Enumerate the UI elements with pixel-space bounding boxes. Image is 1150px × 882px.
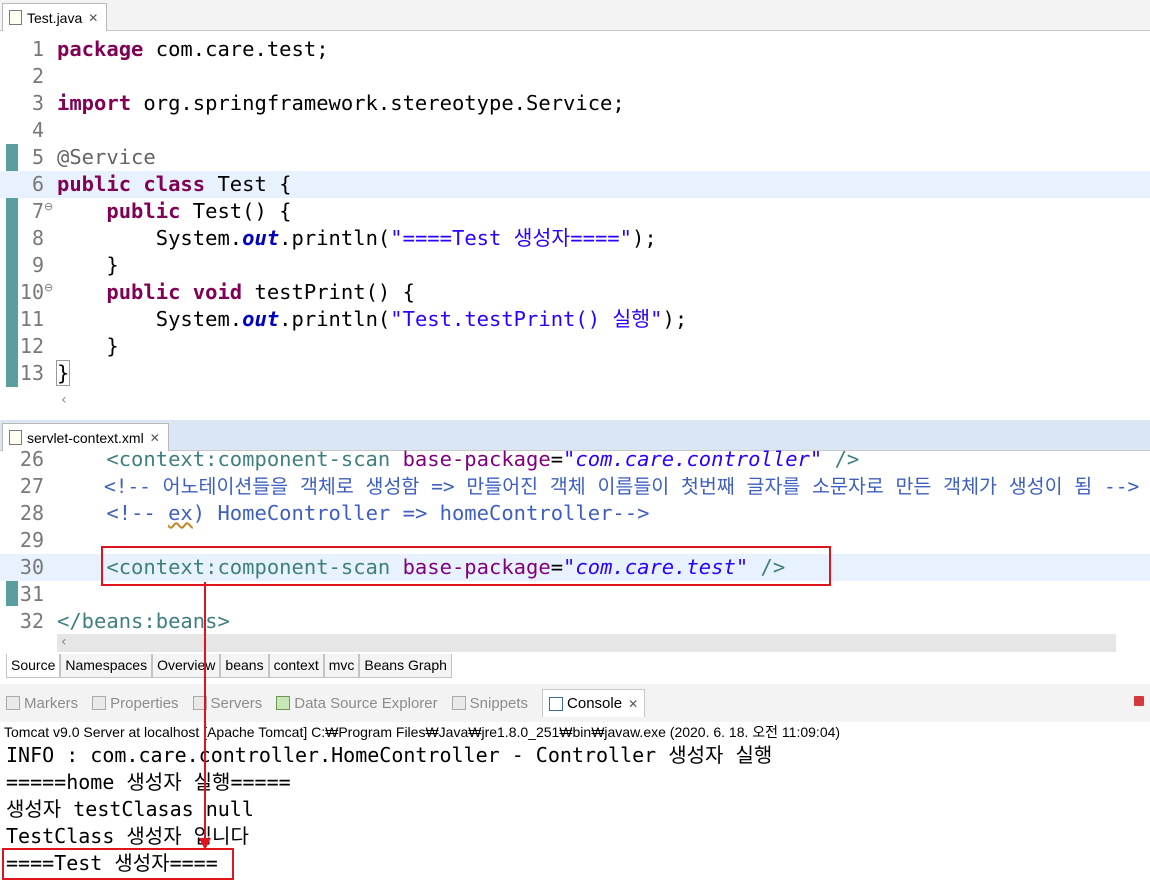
line-number: 1 <box>31 37 44 61</box>
line-number: 30 <box>19 555 44 579</box>
tab-snippets[interactable]: Snippets <box>451 694 529 712</box>
code-line[interactable]: 1 package com.care.test; <box>0 36 1150 63</box>
tab-label: Markers <box>24 694 79 712</box>
line-number: 26 <box>19 447 44 471</box>
line-number: 32 <box>19 609 44 633</box>
tab-label: servlet-context.xml <box>27 429 144 446</box>
code-text: System.out.println("====Test 생성자===="); <box>57 226 657 250</box>
horizontal-scrollbar[interactable]: ‹ <box>57 634 1116 652</box>
tab-label: Properties <box>110 694 179 712</box>
scroll-left-icon[interactable]: ‹ <box>61 634 67 650</box>
line-number: 5 <box>31 145 44 169</box>
subtab-mvc[interactable]: mvc <box>323 654 360 678</box>
tab-data-source-explorer[interactable]: Data Source Explorer <box>276 694 438 712</box>
subtab-beans[interactable]: beans <box>220 654 269 678</box>
code-text: <!-- ex) HomeController => homeControlle… <box>57 501 650 525</box>
highlight-box-component-scan <box>101 546 831 586</box>
line-number: 2 <box>31 64 44 88</box>
tab-label: Test.java <box>27 9 83 26</box>
code-line[interactable]: 9 } <box>0 252 1150 279</box>
line-number: 10 <box>19 280 44 304</box>
code-text: } <box>57 253 119 277</box>
close-icon[interactable]: ✕ <box>150 431 160 445</box>
code-line[interactable]: 7 ⊖ public Test() { <box>0 198 1150 225</box>
subtab-source[interactable]: Source <box>6 654 61 678</box>
highlight-box-console-output <box>2 848 234 880</box>
line-number: 28 <box>19 501 44 525</box>
tab-label: Console <box>567 695 623 712</box>
terminate-icon[interactable] <box>1134 696 1144 706</box>
tab-test-java[interactable]: Test.java ✕ <box>2 3 108 31</box>
code-text: <context:component-scan base-package="co… <box>106 447 860 471</box>
code-text: public void testPrint() { <box>106 280 415 304</box>
tab-console[interactable]: Console ✕ <box>542 689 646 717</box>
console-icon <box>549 696 564 711</box>
line-number: 11 <box>19 307 44 331</box>
close-icon[interactable]: ✕ <box>88 11 98 25</box>
code-line[interactable]: 13 } <box>0 360 1150 387</box>
code-text: public Test() { <box>106 199 292 223</box>
code-line[interactable]: 32 </beans:beans> <box>0 608 1150 635</box>
code-line[interactable]: 4 <box>0 117 1150 144</box>
properties-icon <box>92 696 107 710</box>
code-line[interactable]: 8 System.out.println("====Test 생성자====")… <box>0 225 1150 252</box>
horizontal-scrollbar[interactable]: ‹ <box>57 392 1116 410</box>
tab-label: Data Source Explorer <box>294 694 438 712</box>
code-text: import org.springframework.stereotype.Se… <box>57 91 625 115</box>
line-number: 4 <box>31 118 44 142</box>
code-text: } <box>57 334 119 358</box>
subtab-beans-graph[interactable]: Beans Graph <box>359 654 452 678</box>
line-number: 29 <box>19 528 44 552</box>
line-number: 8 <box>31 226 44 250</box>
code-line[interactable]: 10 ⊖ public void testPrint() { <box>0 279 1150 306</box>
snippets-icon <box>451 696 466 710</box>
arrow-annotation <box>199 582 211 850</box>
line-number: 6 <box>31 172 44 196</box>
subtab-namespaces[interactable]: Namespaces <box>60 654 153 678</box>
line-number: 9 <box>31 253 44 277</box>
console-line: INFO : com.care.controller.HomeControlle… <box>6 743 773 767</box>
scroll-left-icon[interactable]: ‹ <box>61 392 67 408</box>
view-tabbar: Markers Properties Servers Data Source E… <box>0 684 1150 722</box>
line-number: 12 <box>19 334 44 358</box>
code-line[interactable]: 3 import org.springframework.stereotype.… <box>0 90 1150 117</box>
tab-markers[interactable]: Markers <box>6 695 78 712</box>
line-number: 7 <box>31 199 44 223</box>
java-editor-tabbar: Test.java ✕ <box>0 0 1150 31</box>
code-text: } <box>55 360 71 386</box>
java-editor[interactable]: Test.java ✕ 1 package com.care.test; 2 3… <box>0 0 1150 420</box>
java-file-icon <box>9 10 22 25</box>
close-icon[interactable]: ✕ <box>628 697 638 711</box>
tab-label: Servers <box>210 694 263 712</box>
code-text: @Service <box>57 145 156 169</box>
console-process-label: Tomcat v9.0 Server at localhost [Apache … <box>4 724 841 740</box>
code-line[interactable]: 12 } <box>0 333 1150 360</box>
code-line[interactable]: 2 <box>0 63 1150 90</box>
code-text: <!-- 어노테이션들을 객체로 생성함 => 만들어진 객체 이름들이 첫번째… <box>57 475 1140 498</box>
code-line[interactable]: 28 <!-- ex) HomeController => homeContro… <box>0 500 1150 527</box>
tab-label: Snippets <box>469 694 529 712</box>
code-text: public class Test { <box>57 172 292 196</box>
code-text: System.out.println("Test.testPrint() 실행"… <box>57 307 688 331</box>
code-line[interactable]: 11 System.out.println("Test.testPrint() … <box>0 306 1150 333</box>
code-line[interactable]: 27 <!-- 어노테이션들을 객체로 생성함 => 만들어진 객체 이름들이 … <box>0 473 1150 500</box>
line-number: 3 <box>31 91 44 115</box>
fold-icon[interactable]: ⊖ <box>44 200 53 213</box>
line-number: 27 <box>19 474 44 498</box>
database-icon <box>276 696 291 710</box>
fold-icon[interactable]: ⊖ <box>44 281 53 294</box>
line-number: 31 <box>19 582 44 606</box>
code-line[interactable]: 26 <context:component-scan base-package=… <box>0 446 1150 473</box>
markers-icon <box>6 696 20 710</box>
xml-file-icon <box>9 430 22 445</box>
code-line-current[interactable]: 6 public class Test { <box>0 171 1150 198</box>
subtab-context[interactable]: context <box>268 654 324 678</box>
tab-properties[interactable]: Properties <box>92 694 179 712</box>
code-line[interactable]: 5 @Service <box>0 144 1150 171</box>
console-line: =====home 생성자 실행===== <box>6 770 291 794</box>
xml-editor-subtabs: Source Namespaces Overview beans context… <box>6 654 452 678</box>
code-text: package com.care.test; <box>57 37 329 61</box>
line-number: 13 <box>19 361 44 385</box>
console-line: 생성자 testClasas null <box>6 797 254 821</box>
